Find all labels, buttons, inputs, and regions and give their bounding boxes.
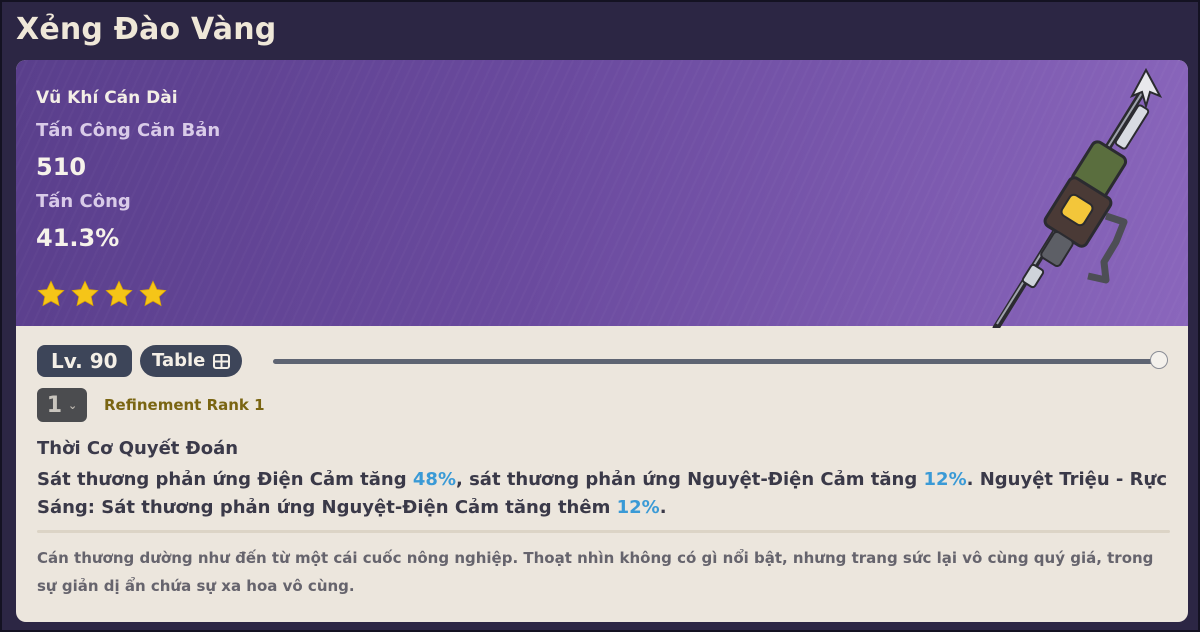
table-button[interactable]: Table: [140, 345, 243, 377]
star-icon: [71, 280, 99, 307]
level-slider-thumb[interactable]: [1150, 351, 1168, 369]
table-grid-icon: [213, 353, 231, 369]
passive-name: Thời Cơ Quyết Đoán: [37, 438, 239, 459]
level-slider-track[interactable]: [273, 359, 1160, 364]
table-button-label: Table: [152, 350, 206, 371]
chevron-down-icon: ⌄: [68, 398, 78, 412]
passive-value-3: 12%: [616, 497, 660, 518]
refinement-value: 1: [46, 392, 63, 418]
weapon-lore: Cán thương dường như đến từ một cái cuốc…: [37, 549, 1154, 595]
page-title: Xẻng Đào Vàng: [16, 12, 277, 47]
weapon-type: Vũ Khí Cán Dài: [36, 88, 178, 108]
passive-value-1: 48%: [412, 469, 456, 490]
refinement-rank-label: Refinement Rank 1: [104, 396, 265, 414]
polearm-weapon-image: [992, 67, 1163, 328]
rarity-stars: [36, 279, 168, 309]
star-icon: [139, 280, 167, 307]
substat-value: 41.3%: [36, 224, 120, 252]
weapon-panel: Xẻng Đào Vàng Vũ Khí Cán Dài Tấn Công Că…: [0, 0, 1200, 632]
base-atk-value: 510: [36, 153, 87, 181]
divider: [37, 530, 1170, 533]
base-atk-label: Tấn Công Căn Bản: [36, 120, 221, 141]
passive-description: Sát thương phản ứng Điện Cảm tăng 48%, s…: [37, 469, 1168, 518]
star-icon: [37, 280, 65, 307]
star-icon: [105, 280, 133, 307]
weapon-hero-banner: Vũ Khí Cán Dài Tấn Công Căn Bản 510 Tấn …: [16, 60, 1188, 328]
refinement-select[interactable]: 1 ⌄: [37, 388, 87, 422]
level-badge[interactable]: Lv. 90: [37, 345, 132, 377]
passive-value-2: 12%: [923, 469, 967, 490]
substat-label: Tấn Công: [36, 191, 131, 212]
weapon-card: Vũ Khí Cán Dài Tấn Công Căn Bản 510 Tấn …: [16, 60, 1188, 622]
